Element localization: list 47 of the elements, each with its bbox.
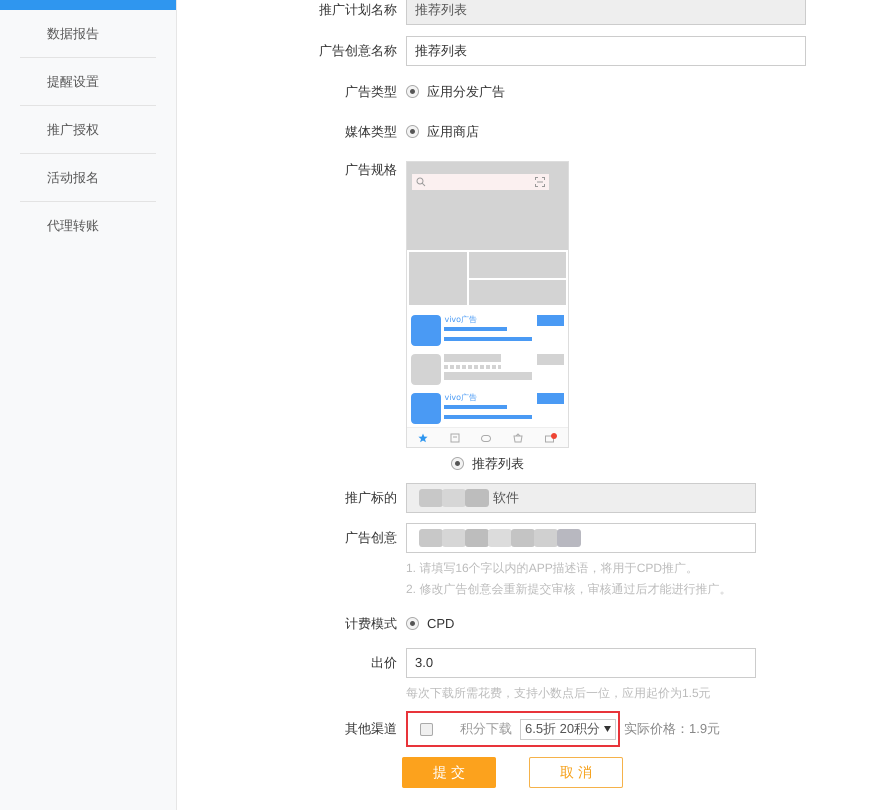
- radio-button[interactable]: [406, 124, 419, 138]
- field-label: 广告创意: [344, 528, 397, 547]
- radio-button[interactable]: [406, 616, 419, 630]
- badge-icon: [545, 432, 558, 442]
- hint-text: 2. 修改广告创意会重新提交审核，审核通过后才能进行推广。: [406, 580, 732, 598]
- field-label: 广告创意名称: [318, 42, 397, 60]
- placeholder-block: [409, 252, 467, 305]
- basket-icon: [513, 432, 524, 442]
- dropdown[interactable]: 6.5折 20积分: [520, 718, 616, 740]
- radio-label[interactable]: 推荐列表: [472, 454, 524, 474]
- field-label: 推广计划名称: [318, 1, 397, 20]
- star-icon: [418, 432, 428, 442]
- app-icon: [411, 354, 442, 385]
- ad-label: vivo广告: [444, 393, 478, 403]
- hint-text: 1. 请填写16个字以内的APP描述语，将用于CPD推广。: [406, 560, 698, 576]
- field-label: 其他渠道: [344, 720, 397, 738]
- radio-label[interactable]: 应用商店: [427, 122, 479, 141]
- sidebar-item[interactable]: 推广授权: [47, 120, 99, 140]
- field-label: 计费模式: [344, 614, 397, 632]
- radio-button[interactable]: [406, 85, 419, 98]
- rating-dots: [444, 365, 502, 369]
- caret-icon: [604, 726, 611, 732]
- sidebar-item[interactable]: 活动报名: [47, 168, 99, 188]
- input-field[interactable]: 推荐列表: [406, 36, 806, 66]
- app-icon: [411, 393, 442, 424]
- radio-label[interactable]: CPD: [427, 614, 454, 633]
- ad-label: vivo广告: [444, 315, 478, 325]
- field-label: 广告类型: [344, 83, 397, 101]
- sidebar-item[interactable]: 数据报告: [47, 24, 99, 44]
- box-icon: [450, 432, 460, 442]
- input-field[interactable]: 3.0: [406, 648, 756, 678]
- app-icon: [411, 315, 442, 346]
- field-label: 媒体类型: [344, 122, 397, 140]
- sidebar-item[interactable]: 代理转账: [47, 216, 99, 236]
- radio-button[interactable]: [451, 457, 464, 470]
- search-icon: [416, 177, 426, 187]
- option-label: 积分下载: [460, 720, 512, 738]
- hint-text: 每次下载所需花费，支持小数点后一位，应用起价为1.5元: [406, 685, 711, 702]
- field-label: 出价: [370, 654, 397, 672]
- field-label: 推广标的: [344, 488, 397, 507]
- input-field[interactable]: [406, 522, 756, 552]
- price-text: 实际价格：1.9元: [624, 720, 720, 738]
- scan-icon: [535, 177, 545, 187]
- checkbox[interactable]: [420, 722, 433, 736]
- radio-label[interactable]: 应用分发广告: [427, 82, 505, 102]
- field-label: 广告规格: [344, 161, 397, 179]
- sidebar-item[interactable]: 提醒设置: [47, 72, 99, 92]
